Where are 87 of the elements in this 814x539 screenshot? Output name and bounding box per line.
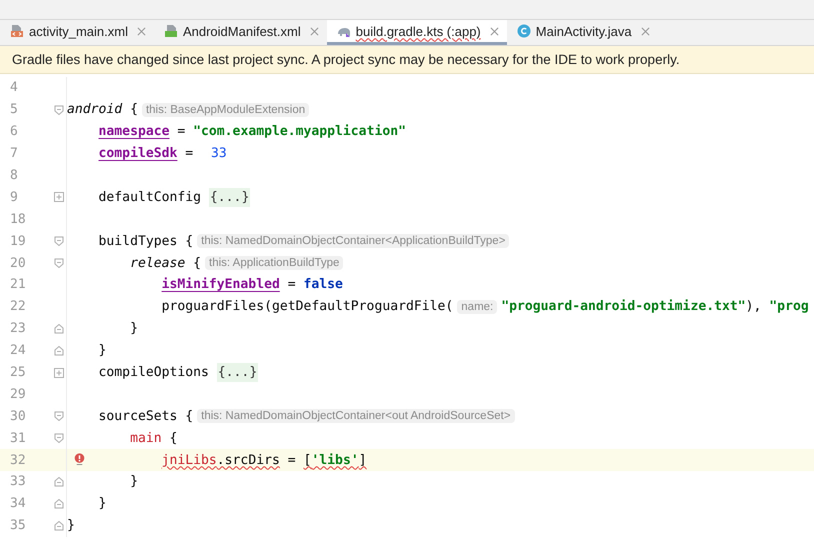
inlay-hint: name: bbox=[457, 300, 498, 314]
code-token: = bbox=[176, 124, 186, 140]
fold-icon[interactable] bbox=[54, 520, 64, 531]
line-number: 5 bbox=[9, 102, 19, 118]
code-token: compileOptions bbox=[98, 365, 210, 380]
code-token: jniLibs bbox=[162, 452, 217, 468]
close-icon[interactable] bbox=[490, 26, 499, 36]
code-token: ), bbox=[746, 299, 762, 314]
line-number: 18 bbox=[9, 212, 27, 227]
xml-file-icon bbox=[10, 24, 24, 38]
line-number: 22 bbox=[9, 299, 27, 314]
line-number: 31 bbox=[9, 430, 27, 446]
inlay-hint: this: BaseAppModuleExtension bbox=[142, 102, 310, 117]
line-number: 19 bbox=[9, 234, 27, 249]
editor-tab[interactable]: activity_main.xml bbox=[0, 20, 154, 45]
code-token: main bbox=[130, 430, 162, 446]
line-number: 20 bbox=[9, 256, 27, 271]
folded-code[interactable]: {...} bbox=[216, 363, 258, 382]
line-number: 33 bbox=[9, 474, 27, 490]
code-token: buildTypes { bbox=[98, 234, 194, 249]
close-icon[interactable] bbox=[310, 26, 319, 36]
code-token: sourceSets { bbox=[98, 408, 194, 424]
code-token: release bbox=[130, 256, 186, 271]
error-icon[interactable] bbox=[74, 453, 85, 466]
code-token: namespace bbox=[98, 124, 170, 140]
code-token: "proguard-android-optimize.txt" bbox=[501, 299, 746, 314]
inlay-hint: this: ApplicationBuildType bbox=[205, 256, 344, 270]
code-token: compileSdk bbox=[98, 146, 178, 162]
fold-icon[interactable] bbox=[54, 411, 64, 422]
code-token: "prog bbox=[769, 299, 809, 314]
inlay-hint: this: NamedDomainObjectContainer<out AndroidSourceSet> bbox=[197, 409, 515, 424]
code-token: { bbox=[192, 256, 202, 271]
code-token: = bbox=[286, 277, 297, 292]
code-token: } bbox=[67, 518, 75, 534]
banner-message: Gradle files have changed since last project sync. A project sync may be necessary for the IDE to work properly. bbox=[12, 52, 680, 67]
line-number: 21 bbox=[9, 277, 27, 292]
fold-icon[interactable] bbox=[54, 346, 64, 356]
fold-icon[interactable] bbox=[54, 236, 64, 246]
fold-icon[interactable] bbox=[54, 324, 64, 334]
folded-code[interactable]: {...} bbox=[208, 188, 250, 207]
code-token: = bbox=[184, 146, 194, 162]
fold-icon[interactable] bbox=[54, 476, 64, 487]
line-number: 9 bbox=[9, 190, 19, 205]
code-token: } bbox=[98, 496, 106, 512]
code-token: { bbox=[129, 102, 138, 118]
line-number: 29 bbox=[9, 386, 27, 402]
fold-icon[interactable] bbox=[54, 433, 64, 444]
close-icon[interactable] bbox=[640, 26, 650, 36]
code-token: "com.example.myapplication" bbox=[193, 124, 406, 140]
line-number: 23 bbox=[9, 321, 27, 336]
line-number: 25 bbox=[9, 365, 27, 380]
code-token: ] bbox=[358, 452, 367, 468]
code-token: defaultConfig bbox=[98, 190, 202, 205]
editor-tab[interactable]: MainActivity.java bbox=[506, 20, 658, 45]
fold-icon[interactable] bbox=[54, 104, 64, 115]
line-number: 35 bbox=[9, 518, 27, 534]
close-icon[interactable] bbox=[136, 26, 146, 36]
line-number: 4 bbox=[9, 80, 19, 96]
code-token: } bbox=[98, 343, 106, 358]
code-token: android bbox=[67, 102, 122, 118]
line-number: 34 bbox=[9, 496, 27, 512]
line-number: 8 bbox=[9, 168, 19, 183]
code-token: false bbox=[304, 277, 343, 292]
line-number: 7 bbox=[9, 146, 19, 162]
code-token: } bbox=[130, 474, 138, 490]
code-token: 'libs' bbox=[311, 452, 359, 468]
manifest-file-icon bbox=[164, 24, 178, 38]
line-number: 30 bbox=[9, 408, 27, 424]
line-number: 24 bbox=[9, 343, 27, 358]
code-token: proguardFiles(getDefaultProguardFile( bbox=[162, 299, 454, 314]
code-token: } bbox=[130, 321, 138, 336]
line-number: 32 bbox=[9, 452, 27, 468]
class-file-icon bbox=[516, 24, 531, 38]
code-token: [ bbox=[304, 452, 312, 468]
editor-tab[interactable]: AndroidManifest.xml bbox=[154, 20, 327, 45]
fold-icon[interactable] bbox=[54, 258, 64, 268]
code-token: isMinifyEnabled bbox=[162, 277, 280, 292]
code-token: = bbox=[286, 452, 297, 468]
line-number: 6 bbox=[9, 124, 19, 140]
code-token: .srcDirs bbox=[216, 452, 280, 468]
unfold-icon[interactable] bbox=[54, 192, 64, 202]
fold-icon[interactable] bbox=[54, 498, 64, 509]
code-token: 33 bbox=[210, 146, 228, 162]
unfold-icon[interactable] bbox=[54, 368, 64, 378]
inlay-hint: this: NamedDomainObjectContainer<ApplicationBuildType> bbox=[197, 234, 510, 248]
code-token: { bbox=[168, 430, 178, 446]
editor-tab[interactable]: build.gradle.kts (:app) bbox=[326, 20, 507, 45]
